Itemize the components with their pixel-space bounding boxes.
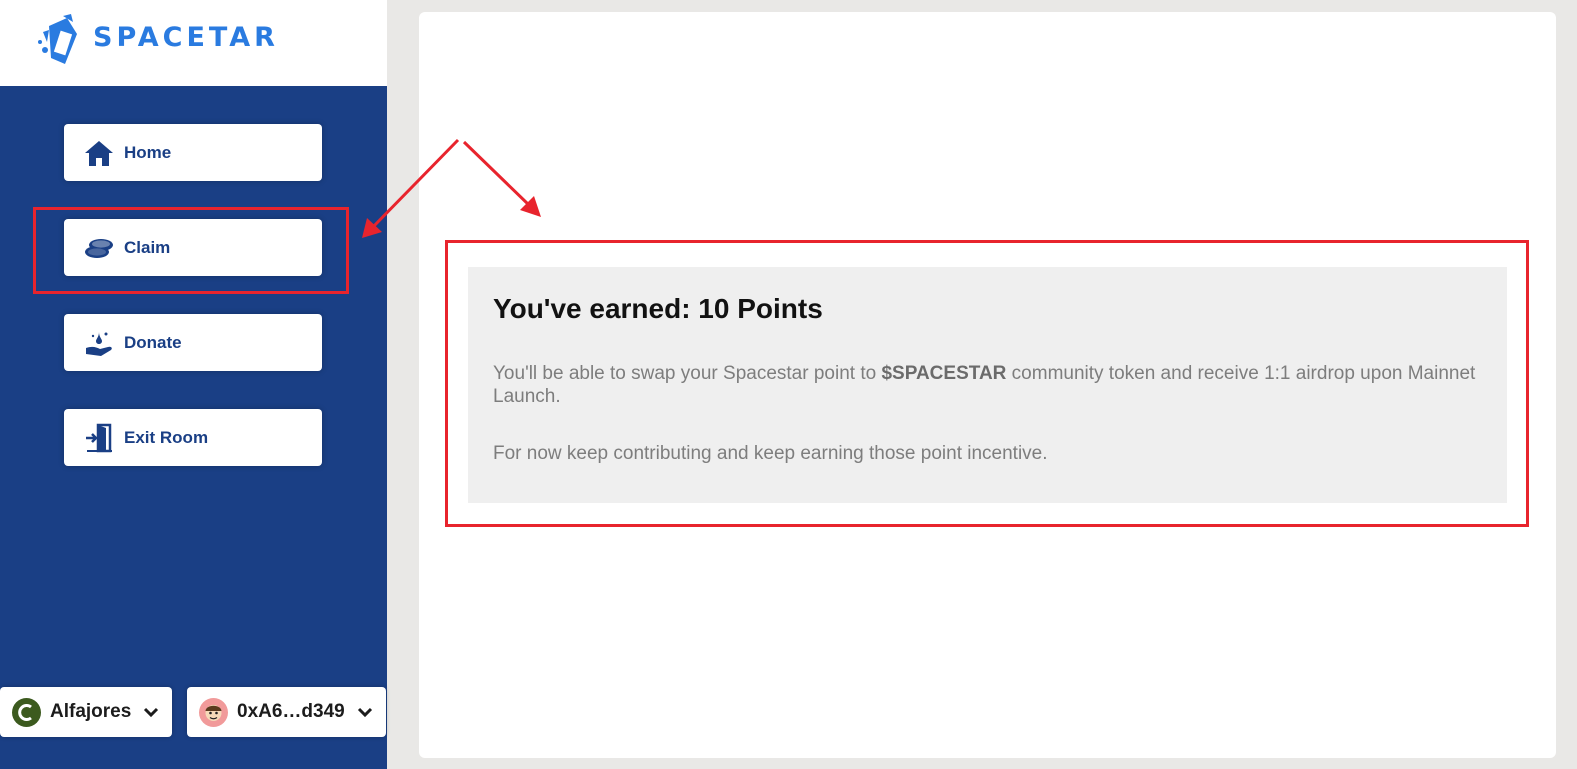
chevron-down-icon — [357, 707, 373, 718]
sidebar: SPACETAR Home Claim Donate Exit Room Alf… — [0, 0, 387, 769]
account-selector[interactable]: 0xA6…d349 — [187, 687, 386, 737]
page: SPACETAR Home Claim Donate Exit Room Alf… — [0, 0, 1577, 769]
network-selector[interactable]: Alfajores — [0, 687, 172, 737]
spacetar-logo-icon — [38, 14, 77, 64]
nav-exit-room-button[interactable]: Exit Room — [64, 409, 322, 466]
account-address: 0xA6…d349 — [237, 701, 345, 722]
nav-donate-label: Donate — [124, 333, 182, 352]
card-highlight-box — [445, 240, 1529, 527]
network-name: Alfajores — [50, 701, 132, 722]
celo-network-icon — [12, 698, 41, 727]
nav-home-button[interactable]: Home — [64, 124, 322, 181]
home-icon — [85, 141, 113, 166]
exit-door-icon — [86, 423, 112, 453]
nav-exit-room-label: Exit Room — [124, 428, 209, 447]
claim-highlight-box — [33, 207, 349, 294]
brand-name: SPACETAR — [93, 22, 279, 53]
donate-hand-icon — [86, 332, 112, 356]
nav-donate-button[interactable]: Donate — [64, 314, 322, 371]
nav-home-label: Home — [124, 143, 172, 162]
chevron-down-icon — [143, 707, 159, 718]
logo-area: SPACETAR — [0, 0, 387, 86]
account-avatar-icon — [199, 698, 228, 727]
